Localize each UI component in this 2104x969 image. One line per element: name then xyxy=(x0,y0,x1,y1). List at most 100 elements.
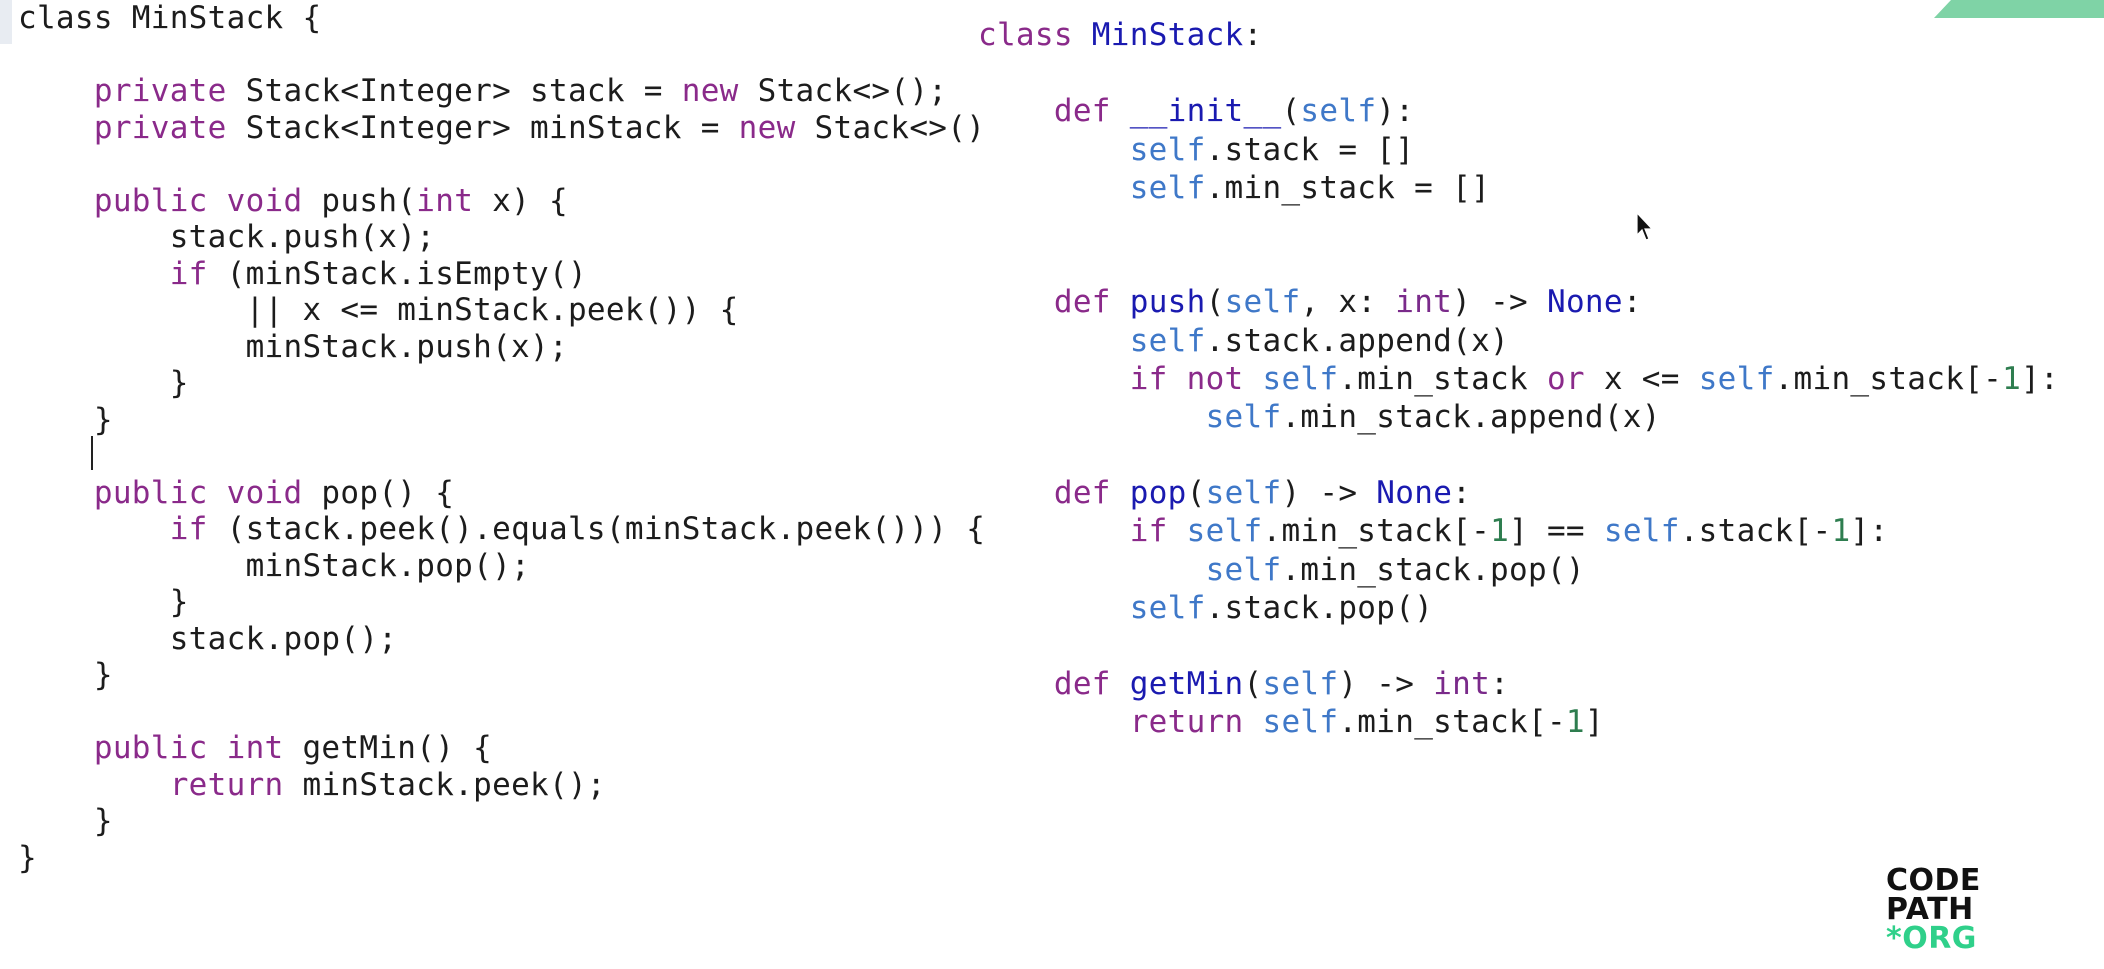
python-code-token xyxy=(978,361,1130,397)
java-code-token: Stack<>() xyxy=(795,109,986,146)
java-code-panel: class MinStack { private Stack<Integer> … xyxy=(18,0,985,876)
logo-line-path: PATH xyxy=(1886,892,1974,927)
python-code-token: .min_stack[- xyxy=(1774,360,2003,397)
java-code-token: stack.push(x); xyxy=(18,219,436,255)
java-code-token: if xyxy=(169,255,208,292)
python-code-token: if xyxy=(1129,513,1168,550)
java-code-line: } xyxy=(18,840,985,877)
java-code-token xyxy=(18,73,94,109)
python-code-line xyxy=(978,245,2059,283)
python-code-token: .min_stack.append(x) xyxy=(1281,398,1661,435)
python-code-token: self xyxy=(1205,398,1282,435)
python-code-token: self xyxy=(1205,551,1282,588)
python-code-token: def xyxy=(1053,475,1111,512)
python-code-token: self xyxy=(1129,322,1206,359)
python-code-token: .stack[- xyxy=(1679,513,1832,550)
python-code-token: .min_stack xyxy=(1338,360,1547,397)
python-code-token: None xyxy=(1376,475,1453,512)
java-code-line: stack.push(x); xyxy=(18,219,985,256)
python-code-line: self.min_stack.append(x) xyxy=(978,398,2059,436)
python-code-token: self xyxy=(1262,704,1339,741)
mouse-pointer-icon xyxy=(1636,212,1654,241)
python-code-token: self xyxy=(1300,93,1377,130)
python-code-line: if not self.min_stack or x <= self.min_s… xyxy=(978,360,2059,398)
java-code-token: minStack.pop(); xyxy=(18,547,531,584)
python-code-token xyxy=(978,552,1206,588)
java-code-token xyxy=(18,475,94,511)
java-code-token: } xyxy=(18,657,113,693)
python-code-token: self xyxy=(1129,589,1206,626)
python-code-token xyxy=(978,704,1130,740)
python-code-token: : xyxy=(1243,17,1263,53)
python-code-line: self.min_stack.pop() xyxy=(978,551,2059,589)
python-code-line: self.stack = [] xyxy=(978,131,2059,169)
java-code-token: } xyxy=(18,365,189,401)
python-code-token xyxy=(978,475,1054,511)
python-code-line xyxy=(978,627,2059,665)
java-code-line: private Stack<Integer> minStack = new St… xyxy=(18,110,985,147)
java-code-token: || x <= minStack.peek()) { xyxy=(18,292,739,328)
python-code-token: self xyxy=(1224,284,1301,321)
java-code-line: || x <= minStack.peek()) { xyxy=(18,292,985,329)
java-code-token: } xyxy=(18,401,113,438)
java-code-line: if (minStack.isEmpty() xyxy=(18,256,985,293)
java-code-line xyxy=(18,438,985,475)
python-code-token: self xyxy=(1603,513,1680,550)
python-code-token: ( xyxy=(1205,284,1225,321)
python-code-token xyxy=(1168,513,1187,549)
python-code-token: .stack.pop() xyxy=(1205,589,1434,626)
python-code-token: 1 xyxy=(2002,360,2022,397)
python-code-token: .min_stack = [] xyxy=(1205,169,1491,206)
python-code-token: .stack.append(x) xyxy=(1205,322,1509,359)
python-code-token: .min_stack[- xyxy=(1262,513,1491,550)
java-code-token: } xyxy=(18,839,37,876)
codepath-logo: CODE PATH *ORG xyxy=(1886,866,1981,954)
python-code-line: return self.min_stack[-1] xyxy=(978,703,2059,741)
text-caret xyxy=(91,436,93,470)
java-code-token: Stack<Integer> stack = xyxy=(226,73,682,109)
java-code-line: if (stack.peek().equals(minStack.peek())… xyxy=(18,511,985,548)
python-code-token xyxy=(1073,17,1092,53)
java-code-token: new xyxy=(738,109,796,146)
python-code-token: ) -> xyxy=(1452,284,1547,321)
java-code-token xyxy=(18,767,170,803)
java-code-token xyxy=(18,511,170,547)
python-code-token: 1 xyxy=(1831,513,1851,550)
python-code-token xyxy=(978,284,1054,320)
python-code-token: MinStack xyxy=(1091,17,1244,53)
python-code-line: def __init__(self): xyxy=(978,92,2059,130)
python-code-token xyxy=(978,323,1130,359)
python-code-token xyxy=(978,513,1130,549)
python-code-token: self xyxy=(1129,169,1206,206)
java-code-line: private Stack<Integer> stack = new Stack… xyxy=(18,73,985,110)
java-code-line: } xyxy=(18,402,985,439)
python-code-line xyxy=(978,207,2059,245)
python-code-line: self.stack.pop() xyxy=(978,589,2059,627)
java-code-token: minStack.peek(); xyxy=(283,766,606,803)
python-code-token: ( xyxy=(1281,93,1301,130)
java-code-token: Stack<>(); xyxy=(738,73,948,109)
java-code-token: } xyxy=(18,803,113,839)
python-code-token: : xyxy=(1452,475,1472,512)
python-code-token: __init__ xyxy=(1129,93,1282,130)
java-code-token: Stack<Integer> minStack = xyxy=(226,109,739,146)
python-code-token: class xyxy=(978,17,1073,53)
python-code-token xyxy=(978,590,1130,626)
python-code-token: def xyxy=(1053,284,1111,321)
python-code-line: self.min_stack = [] xyxy=(978,169,2059,207)
java-code-token: getMin() { xyxy=(283,730,493,766)
python-code-token: def xyxy=(1053,666,1111,703)
python-code-token: .stack = [] xyxy=(1205,131,1415,168)
python-code-token xyxy=(978,132,1130,168)
java-code-token: public int xyxy=(93,730,284,766)
python-code-line: if self.min_stack[-1] == self.stack[-1]: xyxy=(978,512,2059,550)
python-code-token: 1 xyxy=(1565,704,1585,741)
java-code-line: minStack.push(x); xyxy=(18,329,985,366)
python-code-token xyxy=(978,399,1206,435)
java-code-token xyxy=(18,110,94,146)
java-code-line: public void push(int x) { xyxy=(18,183,985,220)
python-code-token: self xyxy=(1262,360,1339,397)
editor-gutter-mark xyxy=(0,0,12,44)
python-code-token: : xyxy=(1490,666,1510,703)
java-code-token xyxy=(18,730,94,766)
